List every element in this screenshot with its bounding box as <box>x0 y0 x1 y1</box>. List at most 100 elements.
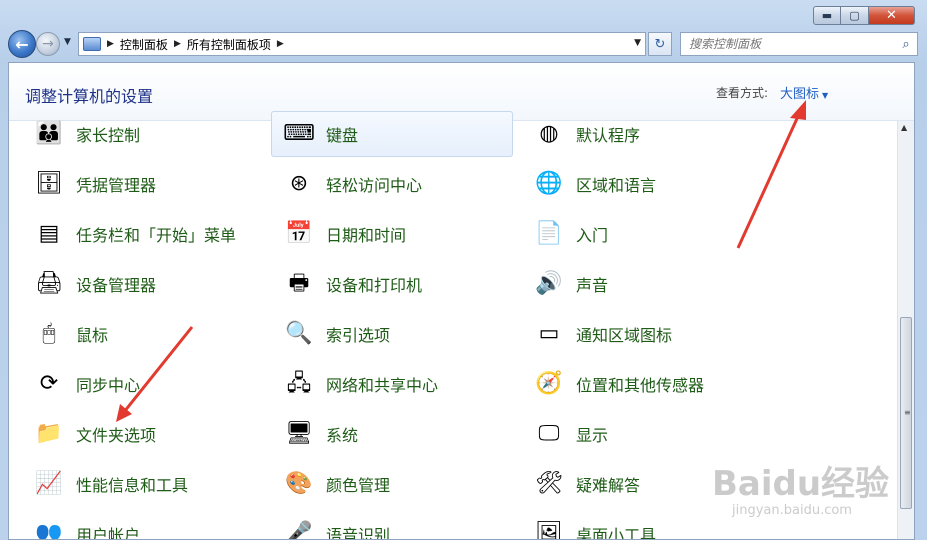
control-panel-item[interactable]: ◍ 默认程序 <box>521 111 763 157</box>
control-panel-item-label[interactable]: 轻松访问中心 <box>326 172 422 196</box>
indexing-options-icon: 🔍 <box>285 321 313 346</box>
control-panel-item[interactable]: ▤ 任务栏和「开始」菜单 <box>21 211 263 257</box>
control-panel-item-label[interactable]: 鼠标 <box>76 322 108 346</box>
close-button[interactable]: ✕ <box>869 6 915 25</box>
scroll-up-icon[interactable]: ▲ <box>901 123 907 132</box>
control-panel-item[interactable]: 🗄 凭据管理器 <box>21 161 263 207</box>
control-panel-item-label[interactable]: 性能信息和工具 <box>76 472 188 496</box>
control-panel-item-label[interactable]: 用户帐户 <box>76 522 140 539</box>
content-pane: 调整计算机的设置 查看方式: 大图标 ▼ 👪 家长控制 ⌨ 键盘 ◍ 默认程序 🗄 凭据管理器 ⊛… <box>8 62 915 540</box>
control-panel-item-label[interactable]: 声音 <box>576 272 608 296</box>
control-panel-item[interactable]: 🔍 索引选项 <box>271 311 513 357</box>
speech-recognition-icon: 🎤 <box>285 521 313 540</box>
control-panel-item[interactable]: 📁 文件夹选项 <box>21 411 263 457</box>
control-panel-item[interactable]: 🧭 位置和其他传感器 <box>521 361 763 407</box>
breadcrumb-separator-icon[interactable]: ▶ <box>277 39 284 49</box>
minimize-button[interactable]: ▬ <box>813 6 841 25</box>
scrollbar-thumb[interactable]: ≡ <box>900 317 912 509</box>
refresh-button[interactable]: ↻ <box>648 32 672 56</box>
control-panel-item-label[interactable]: 入门 <box>576 222 608 246</box>
breadcrumb-separator-icon[interactable]: ▶ <box>107 39 114 49</box>
back-button[interactable]: ← <box>8 30 36 58</box>
forward-button[interactable]: → <box>36 32 60 56</box>
control-panel-item[interactable]: 🖧 网络和共享中心 <box>271 361 513 407</box>
control-panel-item[interactable]: 🌐 区域和语言 <box>521 161 763 207</box>
control-panel-item-label[interactable]: 日期和时间 <box>326 222 406 246</box>
control-panel-item[interactable]: 🔊 声音 <box>521 261 763 307</box>
control-panel-item-label[interactable]: 系统 <box>326 422 358 446</box>
control-panel-item-label[interactable]: 语音识别 <box>326 522 390 539</box>
control-panel-item-label[interactable]: 家长控制 <box>76 122 140 146</box>
breadcrumb-control-panel[interactable]: 控制面板 <box>120 36 168 53</box>
control-panel-item-label[interactable]: 区域和语言 <box>576 172 656 196</box>
control-panel-item-label[interactable]: 网络和共享中心 <box>326 372 438 396</box>
control-panel-item[interactable]: ⟳ 同步中心 <box>21 361 263 407</box>
system-icon: 🖥 <box>285 421 313 446</box>
chevron-down-icon[interactable]: ▼ <box>822 91 828 100</box>
view-by-label: 查看方式: <box>716 86 769 100</box>
control-panel-item[interactable]: 🛠 疑难解答 <box>521 461 763 507</box>
control-panel-item-label[interactable]: 疑难解答 <box>576 472 640 496</box>
search-box[interactable]: ⌕ <box>680 32 918 56</box>
parental-controls-icon: 👪 <box>35 121 63 146</box>
refresh-icon: ↻ <box>654 36 666 52</box>
control-panel-item[interactable]: ▭ 通知区域图标 <box>521 311 763 357</box>
control-panel-item[interactable]: 📈 性能信息和工具 <box>21 461 263 507</box>
control-panel-item[interactable]: 🎤 语音识别 <box>271 511 513 540</box>
control-panel-item[interactable]: ⌨ 键盘 <box>271 111 513 157</box>
control-panel-item[interactable]: 🖥 系统 <box>271 411 513 457</box>
control-panel-item[interactable]: ⊛ 轻松访问中心 <box>271 161 513 207</box>
view-by-dropdown[interactable]: 大图标 ▼ <box>780 83 828 102</box>
control-panel-item-label[interactable]: 同步中心 <box>76 372 140 396</box>
network-sharing-icon: 🖧 <box>286 371 312 396</box>
location-sensors-icon: 🧭 <box>535 371 563 396</box>
vertical-scrollbar[interactable]: ▲ ≡ <box>897 121 914 539</box>
keyboard-icon: ⌨ <box>283 121 315 146</box>
page-title: 调整计算机的设置 <box>25 87 154 106</box>
control-panel-item-label[interactable]: 设备管理器 <box>76 272 156 296</box>
breadcrumb-separator-icon[interactable]: ▶ <box>174 39 181 49</box>
control-panel-item[interactable]: 🖨 设备管理器 <box>21 261 263 307</box>
device-manager-icon: 🖨 <box>35 271 63 296</box>
control-panel-item-label[interactable]: 凭据管理器 <box>76 172 156 196</box>
grip-icon: ≡ <box>904 408 911 417</box>
control-panel-item-label[interactable]: 任务栏和「开始」菜单 <box>76 222 236 246</box>
control-panel-item-label[interactable]: 桌面小工具 <box>576 522 656 539</box>
control-panel-item-label[interactable]: 显示 <box>576 422 608 446</box>
view-by-value[interactable]: 大图标 <box>780 87 819 102</box>
control-panel-item[interactable]: 📄 入门 <box>521 211 763 257</box>
desktop-gadgets-icon: 🖼 <box>535 521 563 540</box>
control-panel-item[interactable]: 🖵 显示 <box>521 411 763 457</box>
ease-of-access-icon: ⊛ <box>289 171 309 196</box>
control-panel-item[interactable]: 🖼 桌面小工具 <box>521 511 763 540</box>
search-input[interactable] <box>681 34 895 54</box>
credential-manager-icon: 🗄 <box>35 171 63 196</box>
control-panel-item[interactable]: 👪 家长控制 <box>21 111 263 157</box>
control-panel-item[interactable]: 👥 用户帐户 <box>21 511 263 540</box>
control-panel-item-label[interactable]: 默认程序 <box>576 122 640 146</box>
mouse-icon: 🖱 <box>42 321 56 346</box>
address-bar[interactable]: ▶ 控制面板 ▶ 所有控制面板项 ▶ ▼ <box>78 32 646 56</box>
control-panel-item[interactable]: 📅 日期和时间 <box>271 211 513 257</box>
search-icon[interactable]: ⌕ <box>895 37 917 52</box>
maximize-button[interactable]: ▢ <box>841 6 869 25</box>
arrow-left-icon: ← <box>15 34 29 54</box>
history-dropdown-icon[interactable]: ▼ <box>64 37 71 47</box>
breadcrumb-all-items[interactable]: 所有控制面板项 <box>187 36 271 53</box>
control-panel-item-label[interactable]: 键盘 <box>326 122 358 146</box>
control-panel-item-label[interactable]: 颜色管理 <box>326 472 390 496</box>
control-panel-item-label[interactable]: 位置和其他传感器 <box>576 372 704 396</box>
control-panel-items: 👪 家长控制 ⌨ 键盘 ◍ 默认程序 🗄 凭据管理器 ⊛ 轻松访问中心 🌐 区域和语言 ▤ 任务栏和「开始… <box>9 111 899 540</box>
control-panel-item-label[interactable]: 文件夹选项 <box>76 422 156 446</box>
control-panel-item[interactable]: 🖶 设备和打印机 <box>271 261 513 307</box>
sound-icon: 🔊 <box>535 271 563 296</box>
control-panel-item[interactable]: 🖱 鼠标 <box>21 311 263 357</box>
control-panel-item[interactable]: 🎨 颜色管理 <box>271 461 513 507</box>
control-panel-item-label[interactable]: 通知区域图标 <box>576 322 672 346</box>
control-panel-item-label[interactable]: 索引选项 <box>326 322 390 346</box>
address-dropdown-icon[interactable]: ▼ <box>634 38 641 48</box>
control-panel-item-label[interactable]: 设备和打印机 <box>326 272 422 296</box>
taskbar-start-menu-icon: ▤ <box>38 221 60 246</box>
default-programs-icon: ◍ <box>539 121 559 146</box>
explorer-window: ▬ ▢ ✕ ← → ▼ ▶ 控制面板 ▶ 所有控制面板项 ▶ ▼ ↻ ⌕ 调整计… <box>0 0 927 540</box>
